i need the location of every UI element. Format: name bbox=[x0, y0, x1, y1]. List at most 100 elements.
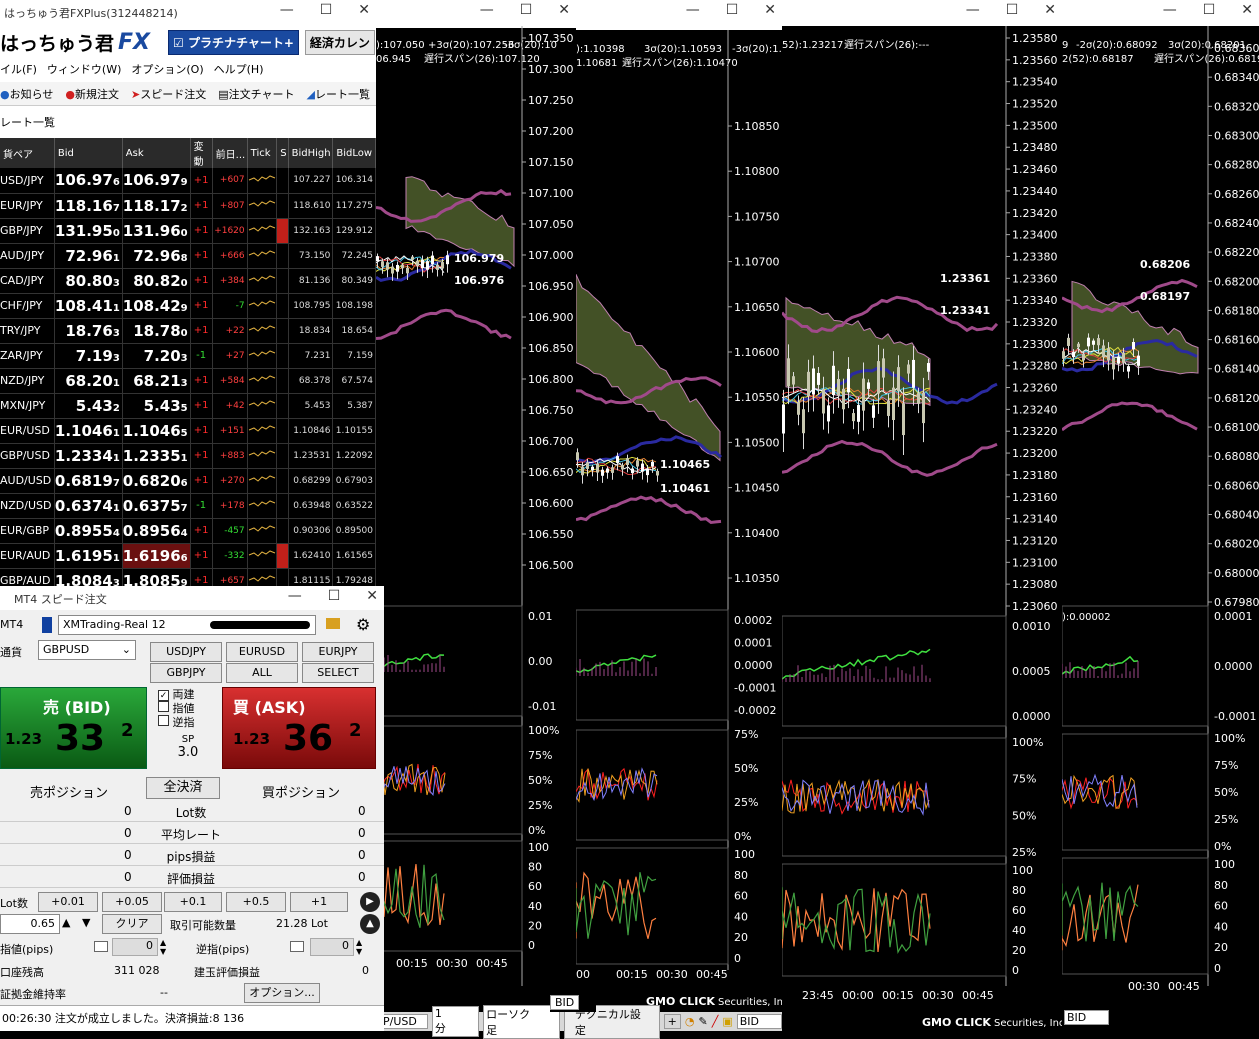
menu-help[interactable]: ヘルプ(H) bbox=[214, 61, 264, 77]
maximize-icon[interactable]: ☐ bbox=[320, 2, 333, 18]
col-pair[interactable]: 貨ペア bbox=[0, 138, 55, 168]
rate-row[interactable]: NZD/JPY 68.201 68.213 +1 +584 68.378 67.574 bbox=[0, 368, 376, 394]
bid-cell[interactable]: 0.89554 bbox=[54, 518, 123, 544]
rate-row[interactable]: EUR/GBP 0.89554 0.89564 +1 -457 0.90306 0.8950… bbox=[0, 518, 376, 544]
usdjpy-chart-canvas[interactable]: ):107.050 +3σ(20):107.256-3σ(20):1006.945… bbox=[376, 26, 576, 1031]
rate-row[interactable]: MXN/JPY 5.432 5.435 +1 +42 5.453 5.387 bbox=[0, 393, 376, 419]
lot-down-icon[interactable]: ▼ bbox=[82, 916, 90, 929]
menu-option[interactable]: オプション(O) bbox=[131, 61, 203, 77]
window-controls[interactable]: — ☐ ✕ bbox=[280, 2, 370, 18]
lot-plus-001-button[interactable]: +0.01 bbox=[38, 892, 98, 912]
mt4-titlebar[interactable]: MT4 スピード注文 — ☐ ✕ bbox=[0, 586, 384, 610]
chart-titlebar[interactable]: — ☐ ✕ bbox=[782, 0, 1062, 26]
order-chart-button[interactable]: ▤注文チャート bbox=[218, 86, 294, 102]
maximize-icon[interactable]: ☐ bbox=[328, 588, 341, 604]
bid-cell[interactable]: 7.193 bbox=[54, 343, 123, 369]
rate-row[interactable]: TRY/JPY 18.763 18.780 +1 +22 18.834 18.654 bbox=[0, 318, 376, 344]
maximize-icon[interactable]: ☐ bbox=[520, 2, 533, 18]
rate-list-button[interactable]: ◢レート一覧 bbox=[307, 86, 370, 102]
close-icon[interactable]: ✕ bbox=[366, 588, 378, 604]
lot-plus-05-button[interactable]: +0.5 bbox=[226, 892, 286, 912]
collapse-arrow-icon[interactable]: ▲ bbox=[360, 914, 380, 934]
close-all-button[interactable]: 全決済 bbox=[146, 777, 220, 799]
timeframe-select[interactable]: 1分 bbox=[431, 1006, 480, 1037]
menu-file[interactable]: イル(F) bbox=[0, 61, 37, 77]
minimize-icon[interactable]: — bbox=[280, 2, 294, 18]
pair-button-eurusd[interactable]: EURUSD bbox=[226, 642, 298, 662]
bid-cell[interactable]: 0.63741 bbox=[54, 493, 123, 519]
lot-up-icon[interactable]: ▲ bbox=[62, 916, 70, 929]
currency-select[interactable]: GBPUSD ⌄ bbox=[38, 640, 136, 660]
limit-spinner-icon[interactable]: ▲ ▼ bbox=[160, 938, 166, 956]
lot-plus-005-button[interactable]: +0.05 bbox=[102, 892, 162, 912]
col-s[interactable]: S bbox=[276, 138, 289, 168]
expand-arrow-icon[interactable]: ▶ bbox=[360, 892, 380, 912]
rate-row[interactable]: AUD/JPY 72.961 72.968 +1 +666 73.150 72.245 bbox=[0, 243, 376, 269]
buy-ask-button[interactable]: 買 (ASK) 1.23 36 2 bbox=[222, 687, 376, 769]
checkbox-icon[interactable] bbox=[158, 701, 169, 712]
minimize-icon[interactable]: — bbox=[966, 2, 980, 18]
rate-row[interactable]: EUR/USD 1.10461 1.10465 +1 +151 1.10846 1.1015… bbox=[0, 418, 376, 444]
pair-button-all[interactable]: ALL bbox=[226, 663, 298, 683]
limit-pips-input[interactable]: 0 bbox=[112, 938, 158, 956]
gbpusd-chart-window[interactable]: — ☐ ✕ 52):1.23217 遅行スパン(26):--- 1.23580 1.235… bbox=[782, 0, 1062, 1031]
main-titlebar[interactable]: はっちゅう君FXPlus(312448214) — ☐ ✕ bbox=[0, 0, 376, 26]
bid-cell[interactable]: 1.61951 bbox=[54, 543, 123, 569]
econ-calendar-button[interactable]: 経済カレン bbox=[304, 29, 375, 55]
ask-cell[interactable]: 0.63757 bbox=[122, 493, 191, 519]
pair-button-eurjpy[interactable]: EURJPY bbox=[302, 642, 374, 662]
bid-select[interactable]: BID bbox=[550, 994, 580, 1010]
ask-cell[interactable]: 106.979 bbox=[122, 168, 191, 194]
chart-type-select[interactable]: ローソク足 bbox=[483, 1004, 560, 1039]
audusd-chart-window[interactable]: — ☐ ✕ 9 -2σ(20):0.68092 3σ(20):0.68201 2(52):… bbox=[1062, 0, 1259, 1031]
ask-cell[interactable]: 80.820 bbox=[122, 268, 191, 294]
minimize-icon[interactable]: — bbox=[686, 2, 700, 18]
usdjpy-chart-window[interactable]: — ☐ ✕ ):107.050 +3σ(20):107.256 -3σ(20):10 06… bbox=[376, 0, 576, 1031]
gbpusd-chart-canvas[interactable]: 52):1.23217 遅行スパン(26):--- 1.23580 1.23560 1.… bbox=[782, 26, 1062, 1031]
ask-cell[interactable]: 108.429 bbox=[122, 293, 191, 319]
ask-cell[interactable]: 18.780 bbox=[122, 318, 191, 344]
pair-select[interactable]: P/USD bbox=[380, 1014, 428, 1029]
window-controls[interactable]: — ☐ ✕ bbox=[966, 2, 1056, 18]
rate-row[interactable]: EUR/JPY 118.167 118.172 +1 +807 118.610 117.27… bbox=[0, 193, 376, 219]
bid-cell[interactable]: 68.201 bbox=[54, 368, 123, 394]
bid-select[interactable]: BID bbox=[1064, 1009, 1110, 1025]
ask-cell[interactable]: 0.68206 bbox=[122, 468, 191, 494]
speed-order-button[interactable]: ➤スピード注文 bbox=[131, 86, 206, 102]
maximize-icon[interactable]: ☐ bbox=[726, 2, 739, 18]
stop-pips-input[interactable]: 0 bbox=[310, 938, 354, 956]
ask-cell[interactable]: 68.213 bbox=[122, 368, 191, 394]
col-bid-high[interactable]: BidHigh bbox=[288, 138, 334, 168]
checkbox-icon[interactable] bbox=[158, 715, 169, 726]
col-bid[interactable]: Bid bbox=[54, 138, 123, 168]
opt-both-row[interactable]: ✓ 両建 bbox=[158, 686, 218, 701]
bid-cell[interactable]: 131.950 bbox=[54, 218, 123, 244]
stop-checkbox[interactable] bbox=[290, 941, 304, 952]
col-ask[interactable]: Ask bbox=[122, 138, 191, 168]
settings-gear-icon[interactable]: ⚙ bbox=[356, 615, 370, 634]
bid-cell[interactable]: 108.411 bbox=[54, 293, 123, 319]
rate-row[interactable]: CHF/JPY 108.411 108.429 +1 -7 108.795 108.198 bbox=[0, 293, 376, 319]
lot-input[interactable]: 0.65 bbox=[0, 914, 60, 934]
col-bid-low[interactable]: BidLow bbox=[332, 138, 376, 168]
bid-select[interactable]: BID bbox=[736, 1014, 782, 1029]
pair-button-usdjpy[interactable]: USDJPY bbox=[150, 642, 222, 662]
rate-row[interactable]: ZAR/JPY 7.193 7.203 -1 +27 7.231 7.159 bbox=[0, 343, 376, 369]
maximize-icon[interactable]: ☐ bbox=[1006, 2, 1019, 18]
bid-cell[interactable]: 106.976 bbox=[54, 168, 123, 194]
bid-cell[interactable]: 1.23341 bbox=[54, 443, 123, 469]
rate-row[interactable]: USD/JPY 106.976 106.979 +1 +607 107.227 106.31… bbox=[0, 168, 376, 194]
ask-cell[interactable]: 72.968 bbox=[122, 243, 191, 269]
ask-cell[interactable]: 5.435 bbox=[122, 393, 191, 419]
bid-cell[interactable]: 5.432 bbox=[54, 393, 123, 419]
minimize-icon[interactable]: — bbox=[1163, 2, 1177, 18]
lot-plus-1-button[interactable]: +1 bbox=[290, 892, 348, 912]
ask-cell[interactable]: 1.61966 bbox=[122, 543, 191, 569]
rate-row[interactable]: GBP/USD 1.23341 1.23351 +1 +883 1.23531 1.2209… bbox=[0, 443, 376, 469]
window-controls[interactable]: — ☐ ✕ bbox=[1163, 2, 1253, 18]
crosshair-icon[interactable]: + bbox=[663, 1014, 681, 1029]
ask-cell[interactable]: 131.960 bbox=[122, 218, 191, 244]
window-controls[interactable]: — ☐ ✕ bbox=[480, 2, 570, 18]
bid-cell[interactable]: 80.803 bbox=[54, 268, 123, 294]
col-change[interactable]: 変動 bbox=[190, 138, 213, 168]
